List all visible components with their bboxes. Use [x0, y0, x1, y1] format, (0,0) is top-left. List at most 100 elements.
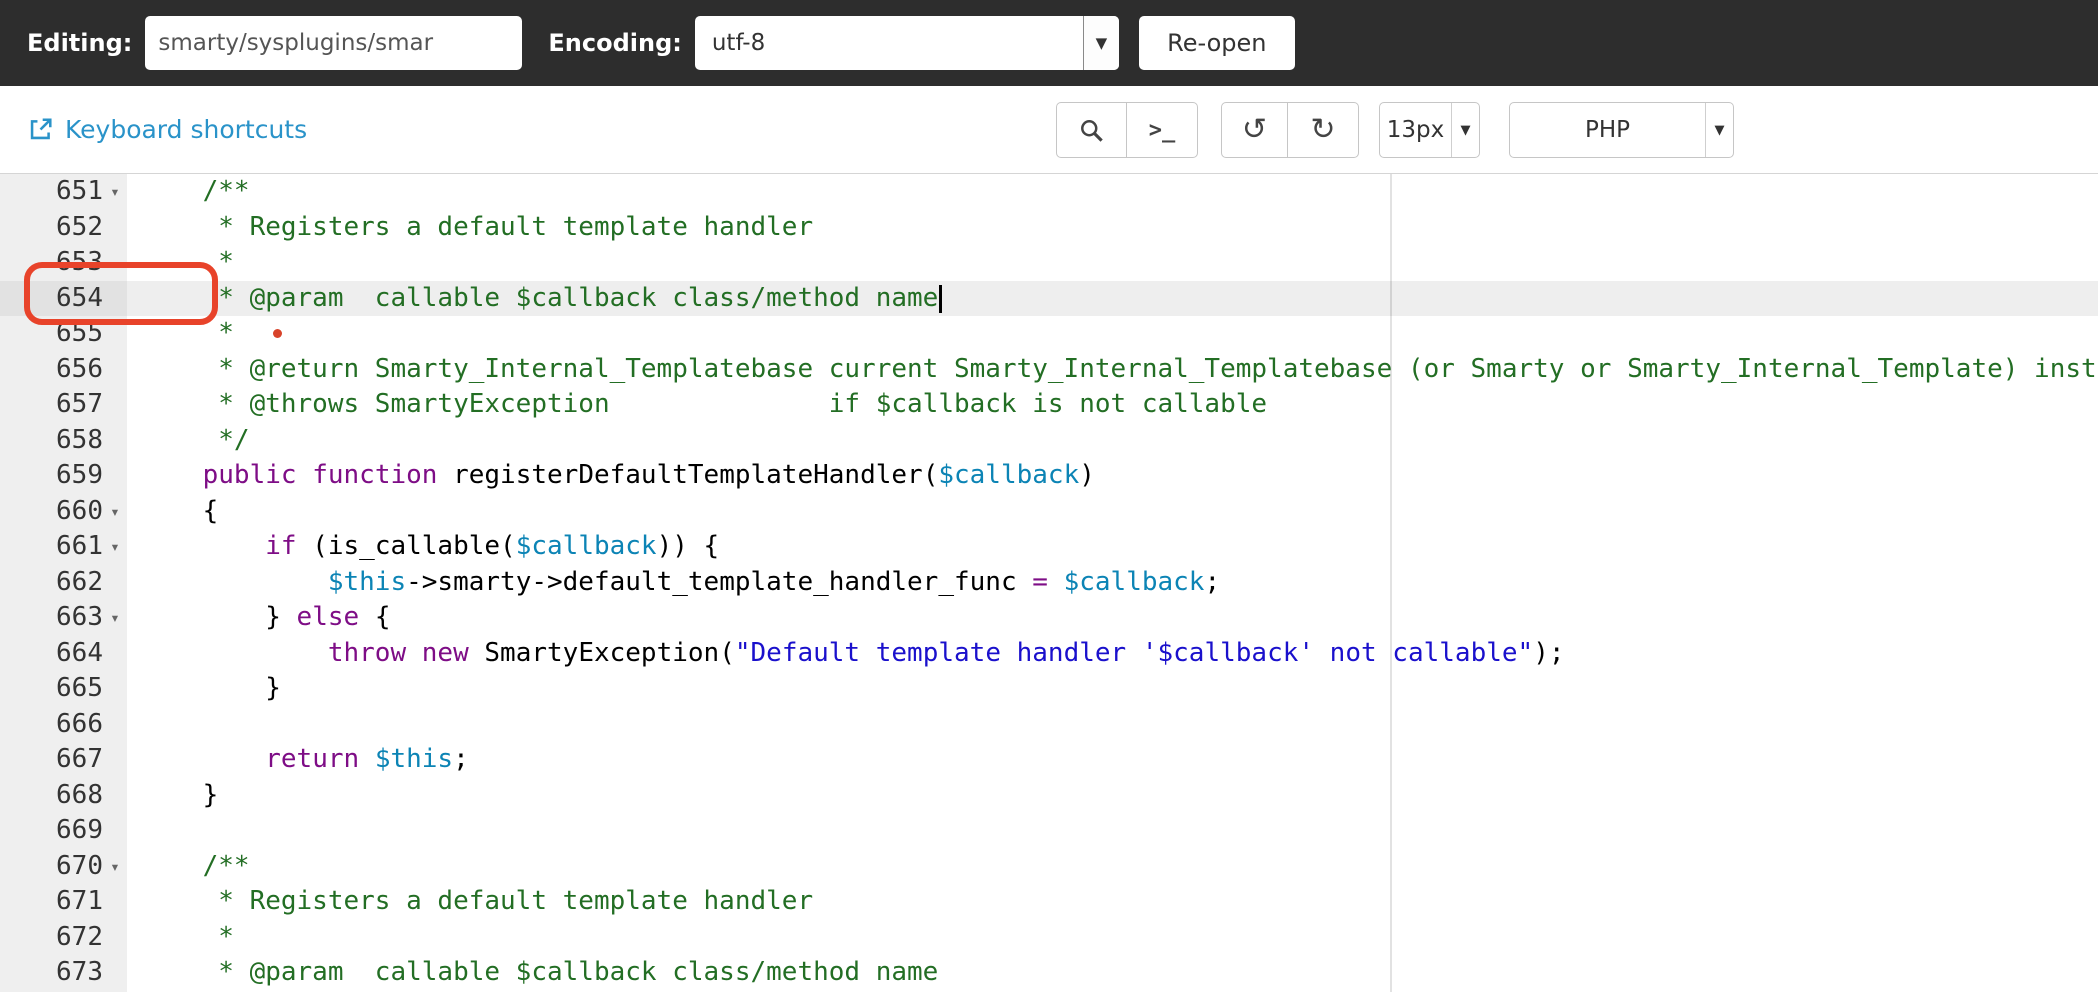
terminal-button[interactable]: >_ — [1126, 102, 1198, 158]
gutter-line-657[interactable]: 657 — [0, 387, 127, 423]
token-pln: } — [140, 673, 281, 703]
token-var: $callback — [938, 460, 1080, 490]
line-number: 667 — [56, 744, 103, 774]
token-kw: new — [421, 637, 469, 668]
annotation-circle — [24, 262, 218, 325]
token-com: * @throws SmartyException if $callback i… — [140, 389, 1268, 419]
gutter-line-666[interactable]: 666 — [0, 707, 127, 743]
gutter-line-662[interactable]: 662 — [0, 565, 127, 601]
token-pln — [140, 638, 328, 668]
fold-arrow-icon[interactable]: ▾ — [103, 494, 127, 530]
gutter-line-656[interactable]: 656 — [0, 352, 127, 388]
fold-arrow-icon[interactable]: ▾ — [103, 849, 127, 885]
terminal-icon: >_ — [1148, 117, 1176, 143]
code-line-664[interactable]: throw new SmartyException("Default templ… — [127, 636, 2098, 672]
undo-button[interactable]: ↺ — [1221, 102, 1288, 158]
redo-button[interactable]: ↻ — [1287, 102, 1359, 158]
token-com: /** — [140, 176, 250, 206]
fold-arrow-icon[interactable]: ▾ — [103, 600, 127, 636]
undo-icon: ↺ — [1241, 113, 1268, 146]
code-line-655[interactable]: * — [127, 316, 2098, 352]
code-line-669[interactable] — [127, 813, 2098, 849]
fold-arrow-icon[interactable]: ▾ — [103, 529, 127, 565]
code-line-652[interactable]: * Registers a default template handler — [127, 210, 2098, 246]
encoding-select[interactable]: utf-8 ▼ — [694, 16, 1119, 70]
token-kw: function — [312, 460, 438, 490]
line-number: 656 — [56, 353, 103, 384]
gutter-line-663[interactable]: 663 ▾ — [0, 600, 127, 636]
keyboard-shortcuts-link[interactable]: Keyboard shortcuts — [27, 115, 307, 144]
line-number: 672 — [56, 921, 103, 952]
code-line-663[interactable]: } else { — [127, 600, 2098, 636]
token-pln — [140, 460, 203, 490]
gutter-line-672[interactable]: 672 — [0, 920, 127, 956]
code-line-651[interactable]: /** — [127, 174, 2098, 210]
search-button[interactable] — [1056, 102, 1127, 158]
line-number: 668 — [56, 779, 103, 810]
token-pln — [359, 744, 375, 774]
token-var: $this — [374, 744, 454, 774]
code-line-672[interactable]: * — [127, 920, 2098, 956]
gutter-line-651[interactable]: 651 ▾ — [0, 174, 127, 210]
dropdown-arrow-icon: ▼ — [1451, 103, 1479, 157]
toolbar-buttons: >_ ↺ ↻ 13px ▼ PHP ▼ — [1056, 102, 1734, 158]
code-line-659[interactable]: public function registerDefaultTemplateH… — [127, 458, 2098, 494]
code-line-671[interactable]: * Registers a default template handler — [127, 884, 2098, 920]
font-size-select[interactable]: 13px ▼ — [1379, 102, 1480, 158]
language-select[interactable]: PHP ▼ — [1509, 102, 1734, 158]
gutter-line-664[interactable]: 664 — [0, 636, 127, 672]
code-editor[interactable]: /** * Registers a default template handl… — [0, 174, 2098, 992]
line-number: 659 — [56, 460, 103, 490]
line-number: 670 — [56, 850, 103, 881]
gutter-line-658[interactable]: 658 — [0, 423, 127, 459]
code-line-661[interactable]: if (is_callable($callback)) { — [127, 529, 2098, 565]
gutter-line-667[interactable]: 667 — [0, 742, 127, 778]
code-line-673[interactable]: * @param callable $callback class/method… — [127, 955, 2098, 991]
gutter-line-661[interactable]: 661 ▾ — [0, 529, 127, 565]
token-pln — [406, 638, 422, 668]
token-com: * @return Smarty_Internal_Templatebase c… — [140, 353, 2098, 384]
token-pln: } — [140, 602, 297, 632]
gutter-line-659[interactable]: 659 — [0, 458, 127, 494]
token-pln: )) { — [656, 531, 720, 561]
gutter-line-671[interactable]: 671 — [0, 884, 127, 920]
token-pln: ->smarty->default_template_handler_func — [406, 566, 1033, 597]
encoding-label: Encoding: — [548, 29, 682, 57]
token-pln: registerDefaultTemplateHandler( — [437, 460, 939, 490]
dropdown-arrow-icon: ▼ — [1082, 16, 1119, 70]
code-line-668[interactable]: } — [127, 778, 2098, 814]
filename-input[interactable] — [145, 16, 523, 70]
token-com: * @param callable $callback class/method… — [140, 282, 939, 313]
token-pln — [140, 744, 265, 774]
gutter-line-665[interactable]: 665 — [0, 671, 127, 707]
token-kw: = — [1032, 566, 1048, 597]
token-kw: else — [296, 602, 360, 632]
code-line-665[interactable]: } — [127, 671, 2098, 707]
reopen-button[interactable]: Re-open — [1138, 16, 1295, 70]
fold-arrow-icon[interactable]: ▾ — [103, 174, 127, 210]
code-line-662[interactable]: $this->smarty->default_template_handler_… — [127, 565, 2098, 601]
encoding-value: utf-8 — [711, 30, 766, 56]
redo-icon: ↻ — [1310, 113, 1336, 146]
token-pln — [1048, 567, 1064, 597]
code-line-653[interactable]: * — [127, 245, 2098, 281]
code-line-666[interactable] — [127, 707, 2098, 743]
line-number: 652 — [56, 211, 103, 242]
code-line-657[interactable]: * @throws SmartyException if $callback i… — [127, 387, 2098, 423]
code-line-656[interactable]: * @return Smarty_Internal_Templatebase c… — [127, 352, 2098, 388]
gutter-line-660[interactable]: 660 ▾ — [0, 494, 127, 530]
gutter-line-673[interactable]: 673 — [0, 955, 127, 991]
code-line-660[interactable]: { — [127, 494, 2098, 530]
line-number: 665 — [56, 673, 103, 703]
code-line-654[interactable]: * @param callable $callback class/method… — [127, 280, 2098, 316]
font-size-value: 13px — [1386, 117, 1445, 143]
code-line-658[interactable]: */ — [127, 423, 2098, 459]
keyboard-shortcuts-label: Keyboard shortcuts — [65, 115, 308, 144]
code-line-667[interactable]: return $this; — [127, 742, 2098, 778]
gutter-line-668[interactable]: 668 — [0, 778, 127, 814]
code-line-670[interactable]: /** — [127, 849, 2098, 885]
gutter-line-669[interactable]: 669 — [0, 813, 127, 849]
gutter-line-670[interactable]: 670 ▾ — [0, 849, 127, 885]
token-str: "Default template handler '$callback' no… — [734, 637, 1534, 668]
gutter-line-652[interactable]: 652 — [0, 210, 127, 246]
